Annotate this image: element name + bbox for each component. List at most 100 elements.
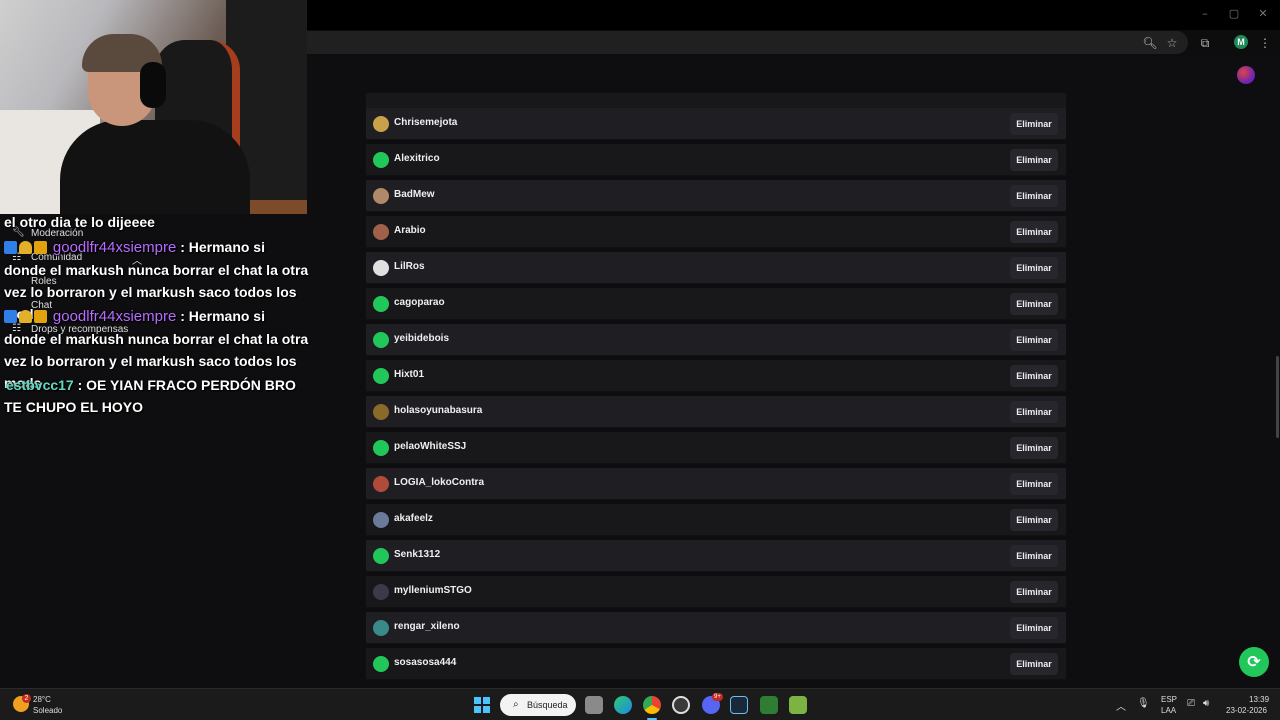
moderator-row: sosasosa444 Eliminar [366, 648, 1066, 680]
moderator-name[interactable]: sosasosa444 [394, 657, 456, 668]
moderator-avatar[interactable] [373, 224, 389, 240]
network-icon[interactable]: ⎚ [1187, 698, 1195, 709]
keyboard-layout[interactable]: LAA [1161, 706, 1176, 715]
chat-message-text: el otro dia te lo dijeeee [4, 214, 155, 230]
remove-moderator-button[interactable]: Eliminar [1010, 185, 1058, 207]
moderator-row: LOGIA_lokoContra Eliminar [366, 468, 1066, 500]
moderator-row: rengar_xileno Eliminar [366, 612, 1066, 644]
badge-icon [4, 310, 17, 323]
moderator-name[interactable]: Arabio [394, 225, 426, 236]
moderator-avatar[interactable] [373, 188, 389, 204]
moderator-avatar[interactable] [373, 548, 389, 564]
moderator-row: BadMew Eliminar [366, 180, 1066, 212]
minecraft-icon[interactable] [760, 696, 778, 714]
moderator-row: pelaoWhiteSSJ Eliminar [366, 432, 1066, 464]
microphone-icon[interactable]: 🎙︎ [1137, 698, 1150, 709]
moderator-avatar[interactable] [373, 368, 389, 384]
bookmark-star-icon[interactable]: ☆ [1163, 34, 1181, 52]
start-button[interactable] [474, 697, 490, 713]
moderator-name[interactable]: holasoyunabasura [394, 405, 482, 416]
moderator-avatar[interactable] [373, 332, 389, 348]
remove-moderator-button[interactable]: Eliminar [1010, 437, 1058, 459]
remove-moderator-button[interactable]: Eliminar [1010, 509, 1058, 531]
moderator-name[interactable]: Alexitrico [394, 153, 440, 164]
taskbar-search[interactable]: ⌕ Búsqueda [500, 694, 576, 716]
moderator-avatar[interactable] [373, 116, 389, 132]
remove-moderator-button[interactable]: Eliminar [1010, 329, 1058, 351]
weather-temperature[interactable]: 28°C [33, 695, 51, 704]
moderator-name[interactable]: Senk1312 [394, 549, 440, 560]
task-view-icon[interactable] [585, 696, 603, 714]
weather-description[interactable]: Soleado [33, 706, 62, 715]
remove-moderator-button[interactable]: Eliminar [1010, 401, 1058, 423]
moderator-name[interactable]: LilRos [394, 261, 425, 272]
search-label: Búsqueda [527, 700, 568, 710]
volume-icon[interactable]: 🔊︎ [1203, 698, 1209, 709]
moderator-name[interactable]: LOGIA_lokoContra [394, 477, 484, 488]
moderator-avatar[interactable] [373, 512, 389, 528]
help-button[interactable]: ⟳ [1239, 647, 1269, 677]
moderator-avatar[interactable] [373, 584, 389, 600]
edge-icon[interactable] [614, 696, 632, 714]
browser-menu-icon[interactable]: ⋮ [1256, 34, 1274, 52]
zoom-icon[interactable]: 🔍︎ [1141, 34, 1159, 52]
moderator-row: cagoparao Eliminar [366, 288, 1066, 320]
remove-moderator-button[interactable]: Eliminar [1010, 293, 1058, 315]
moderator-avatar[interactable] [373, 260, 389, 276]
page-scrollbar[interactable] [1276, 356, 1279, 438]
chat-username[interactable]: estbvcc17 [6, 377, 74, 393]
remove-moderator-button[interactable]: Eliminar [1010, 653, 1058, 675]
remove-moderator-button[interactable]: Eliminar [1010, 473, 1058, 495]
chat-username[interactable]: goodlfr44xsiempre [53, 239, 176, 256]
extensions-icon[interactable]: ⧉ [1196, 34, 1214, 52]
remove-moderator-button[interactable]: Eliminar [1010, 545, 1058, 567]
moderator-name[interactable]: pelaoWhiteSSJ [394, 441, 466, 452]
chrome-icon[interactable] [643, 696, 661, 720]
webcam-overlay [0, 0, 307, 214]
remove-moderator-button[interactable]: Eliminar [1010, 257, 1058, 279]
close-window-button[interactable]: ✕ [1255, 6, 1271, 22]
language-indicator[interactable]: ESP [1161, 695, 1177, 704]
tray-chevron-up-icon[interactable]: ︿ [1116, 698, 1126, 713]
moderator-name[interactable]: BadMew [394, 189, 435, 200]
moderator-row: Chrisemejota Eliminar [366, 108, 1066, 140]
user-avatar[interactable] [1237, 66, 1255, 84]
moderator-avatar[interactable] [373, 152, 389, 168]
remove-moderator-button[interactable]: Eliminar [1010, 221, 1058, 243]
remove-moderator-button[interactable]: Eliminar [1010, 149, 1058, 171]
windows-taskbar: 2 28°C Soleado ⌕ Búsqueda 9+ ︿ 🎙︎ ESP LA… [0, 688, 1280, 720]
profile-avatar[interactable]: M [1234, 35, 1248, 49]
remove-moderator-button[interactable]: Eliminar [1010, 581, 1058, 603]
maximize-button[interactable]: ▢ [1226, 6, 1242, 22]
remove-moderator-button[interactable]: Eliminar [1010, 365, 1058, 387]
moderator-avatar[interactable] [373, 620, 389, 636]
minecraft-launcher-icon[interactable] [789, 696, 807, 714]
moderator-avatar[interactable] [373, 656, 389, 672]
trophy-badge-icon [19, 241, 32, 254]
moderator-name[interactable]: akafeelz [394, 513, 433, 524]
trophy-badge-icon [19, 310, 32, 323]
moderator-row: LilRos Eliminar [366, 252, 1066, 284]
moderator-name[interactable]: Chrisemejota [394, 117, 457, 128]
steam-icon[interactable] [730, 696, 748, 714]
moderator-name[interactable]: rengar_xileno [394, 621, 460, 632]
search-icon: ⌕ [513, 699, 519, 710]
moderator-name[interactable]: yeibidebois [394, 333, 449, 344]
weather-notification-badge: 2 [22, 694, 31, 703]
moderator-avatar[interactable] [373, 476, 389, 492]
clock-time[interactable]: 13:39 [1249, 695, 1269, 704]
moderator-name[interactable]: mylleniumSTGO [394, 585, 472, 596]
moderator-avatar[interactable] [373, 296, 389, 312]
remove-moderator-button[interactable]: Eliminar [1010, 113, 1058, 135]
remove-moderator-button[interactable]: Eliminar [1010, 617, 1058, 639]
moderator-avatar[interactable] [373, 440, 389, 456]
moderator-name[interactable]: cagoparao [394, 297, 445, 308]
clock-date[interactable]: 23-02-2026 [1226, 706, 1267, 715]
moderator-name[interactable]: Hixt01 [394, 369, 424, 380]
obs-icon[interactable] [672, 696, 690, 714]
address-bar[interactable] [306, 31, 1188, 54]
minimize-button[interactable]: – [1197, 6, 1213, 22]
moderator-row: Arabio Eliminar [366, 216, 1066, 248]
chat-username[interactable]: goodlfr44xsiempre [53, 308, 176, 325]
moderator-avatar[interactable] [373, 404, 389, 420]
